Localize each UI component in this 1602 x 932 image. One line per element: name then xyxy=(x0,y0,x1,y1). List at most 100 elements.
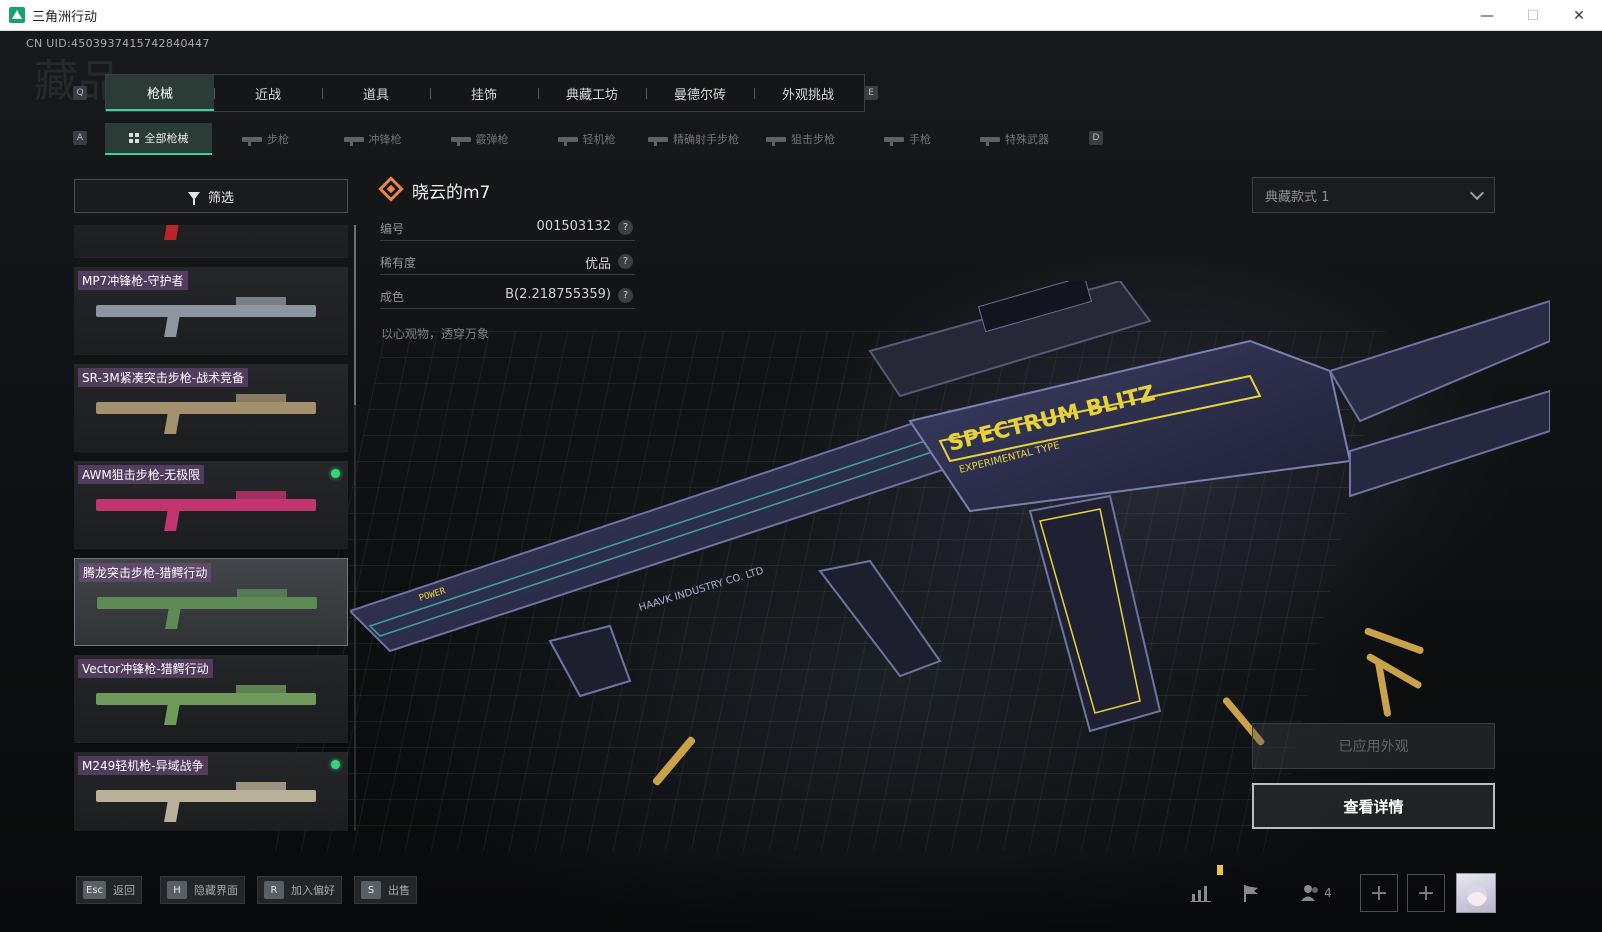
add-teammate-slot-2[interactable]: + xyxy=(1407,874,1445,912)
game-viewport: 藏品 CN UID:4503937415742840447 Q 枪械 近战 道具 挂饰… xyxy=(0,31,1602,932)
skin-weapon-thumbnail xyxy=(96,685,316,705)
sub-tab-6[interactable]: 狙击步枪 xyxy=(747,123,854,155)
skin-card[interactable]: AWM狙击步枪-无极限 xyxy=(74,461,348,549)
skin-card[interactable]: 腾龙突击步枪-猎鳄行动 xyxy=(74,558,348,646)
minimize-button[interactable]: — xyxy=(1464,0,1510,31)
sub-tab-7[interactable]: 手枪 xyxy=(854,123,961,155)
preset-selected-value: 典藏款式 1 xyxy=(1265,189,1330,205)
info-key: 编号 xyxy=(380,222,405,236)
sub-tab-1[interactable]: 步枪 xyxy=(212,123,319,155)
hint-2[interactable]: R 加入偏好 xyxy=(257,876,342,904)
player-avatar[interactable] xyxy=(1456,873,1496,913)
applied-appearance-button[interactable]: 已应用外观 xyxy=(1252,723,1495,769)
maximize-button[interactable]: ☐ xyxy=(1510,0,1556,31)
skin-weapon-thumbnail xyxy=(96,491,316,511)
chevron-down-icon xyxy=(1469,185,1485,201)
people-icon xyxy=(1301,885,1319,901)
info-value: 001503132 xyxy=(536,219,611,234)
gun-silhouette-icon xyxy=(648,136,668,146)
skin-card[interactable]: SR-3M紧凑突击步枪-战术竞备 xyxy=(74,364,348,452)
main-tab-5[interactable]: 曼德尔砖 xyxy=(646,75,754,111)
equipped-indicator xyxy=(331,760,340,769)
main-tab-6[interactable]: 外观挑战 xyxy=(754,75,862,111)
gun-silhouette-icon xyxy=(343,136,364,146)
sub-tab-label: 精确射手步枪 xyxy=(673,133,739,146)
skin-card[interactable]: MP7冲锋枪-守护者 xyxy=(74,267,348,355)
hint-0[interactable]: Esc 返回 xyxy=(76,876,143,904)
sub-tab-8[interactable]: 特殊武器 xyxy=(961,123,1068,155)
gun-silhouette-icon xyxy=(980,136,1000,146)
skin-weapon-thumbnail xyxy=(96,297,316,317)
skin-weapon-thumbnail xyxy=(96,394,316,414)
main-tab-1[interactable]: 近战 xyxy=(214,75,322,111)
hint-3[interactable]: S 出售 xyxy=(354,876,417,904)
main-category-tabs: 枪械 近战 道具 挂饰 典藏工坊 曼德尔砖 外观挑战 xyxy=(105,74,865,112)
skin-card[interactable]: Vector冲锋枪-猎鳄行动 xyxy=(74,655,348,743)
stats-icon[interactable] xyxy=(1188,876,1214,910)
skin-card-label: Vector冲锋枪-猎鳄行动 xyxy=(78,659,213,678)
preset-dropdown[interactable]: 典藏款式 1 xyxy=(1252,177,1495,213)
sub-tab-label: 特殊武器 xyxy=(1005,133,1049,146)
main-tab-0[interactable]: 枪械 xyxy=(106,75,214,111)
skin-slogan: 以心观物，透穿万象 xyxy=(381,327,490,341)
skin-card[interactable] xyxy=(74,225,348,258)
party-count: 4 xyxy=(1324,886,1332,900)
skin-card-label: M249轻机枪-异域战争 xyxy=(78,756,208,775)
main-tab-3[interactable]: 挂饰 xyxy=(430,75,538,111)
main-tab-2[interactable]: 道具 xyxy=(322,75,430,111)
gun-silhouette-icon xyxy=(450,136,471,146)
next-main-tab-key: E xyxy=(864,86,878,100)
view-details-button[interactable]: 查看详情 xyxy=(1252,783,1495,829)
hint-key: R xyxy=(264,881,284,899)
sub-tab-label: 轻机枪 xyxy=(582,133,616,146)
prev-main-tab-key: Q xyxy=(73,86,87,100)
skin-card-label: MP7冲锋枪-守护者 xyxy=(78,271,188,290)
help-icon[interactable]: ? xyxy=(618,288,633,303)
skin-list[interactable]: MP7冲锋枪-守护者 SR-3M紧凑突击步枪-战术竞备 AWM狙击步枪-无极限腾龙突… xyxy=(74,225,348,831)
next-sub-tab-key: D xyxy=(1089,131,1103,145)
hint-1[interactable]: H 隐藏界面 xyxy=(160,876,245,904)
sub-tab-label: 手枪 xyxy=(909,133,931,146)
hint-key: Esc xyxy=(83,881,107,899)
sub-tab-label: 步枪 xyxy=(267,133,289,146)
sub-tab-label: 狙击步枪 xyxy=(791,133,835,146)
filter-label: 筛选 xyxy=(207,190,234,206)
sub-tab-0[interactable]: 全部枪械 xyxy=(105,123,212,155)
help-icon[interactable]: ? xyxy=(618,220,633,235)
skin-weapon-thumbnail xyxy=(96,782,316,802)
info-row: 成色 B(2.218755359)? xyxy=(380,283,635,309)
info-row: 编号 001503132? xyxy=(380,215,635,241)
info-key: 稀有度 xyxy=(380,256,417,270)
grid-icon xyxy=(128,132,140,144)
skin-weapon-thumbnail xyxy=(97,589,317,609)
sub-tab-4[interactable]: 轻机枪 xyxy=(533,123,640,155)
skin-card-label: 腾龙突击步枪-猎鳄行动 xyxy=(79,563,212,582)
close-button[interactable]: ✕ xyxy=(1556,0,1602,31)
notification-badge xyxy=(1217,865,1223,875)
flag-icon[interactable] xyxy=(1238,876,1264,910)
hint-label: 返回 xyxy=(113,884,136,897)
hint-label: 隐藏界面 xyxy=(194,884,238,897)
sub-tab-label: 冲锋枪 xyxy=(368,133,402,146)
skin-card-label: SR-3M紧凑突击步枪-战术竞备 xyxy=(78,368,249,387)
sub-tab-label: 全部枪械 xyxy=(144,132,189,145)
sub-tab-5[interactable]: 精确射手步枪 xyxy=(640,123,747,155)
hint-key: H xyxy=(167,881,187,899)
sub-tab-2[interactable]: 冲锋枪 xyxy=(319,123,426,155)
window-controls: — ☐ ✕ xyxy=(1464,0,1602,31)
party-members[interactable]: 4 xyxy=(1296,876,1336,910)
sub-tab-3[interactable]: 霰弹枪 xyxy=(426,123,533,155)
add-teammate-slot-1[interactable]: + xyxy=(1360,874,1398,912)
gun-silhouette-icon xyxy=(766,136,786,146)
gun-silhouette-icon xyxy=(557,136,578,146)
weapon-maker-decal: HAAVK INDUSTRY CO. LTD xyxy=(638,565,766,614)
hint-key: S xyxy=(361,881,381,899)
prev-sub-tab-key: A xyxy=(73,131,87,145)
main-tab-4[interactable]: 典藏工坊 xyxy=(538,75,646,111)
player-uid: CN UID:4503937415742840447 xyxy=(26,37,210,50)
help-icon[interactable]: ? xyxy=(618,254,633,269)
rarity-diamond-icon xyxy=(378,176,404,202)
info-value: B(2.218755359) xyxy=(505,287,611,302)
filter-button[interactable]: 筛选 xyxy=(74,179,348,213)
skin-card[interactable]: M249轻机枪-异域战争 xyxy=(74,752,348,831)
